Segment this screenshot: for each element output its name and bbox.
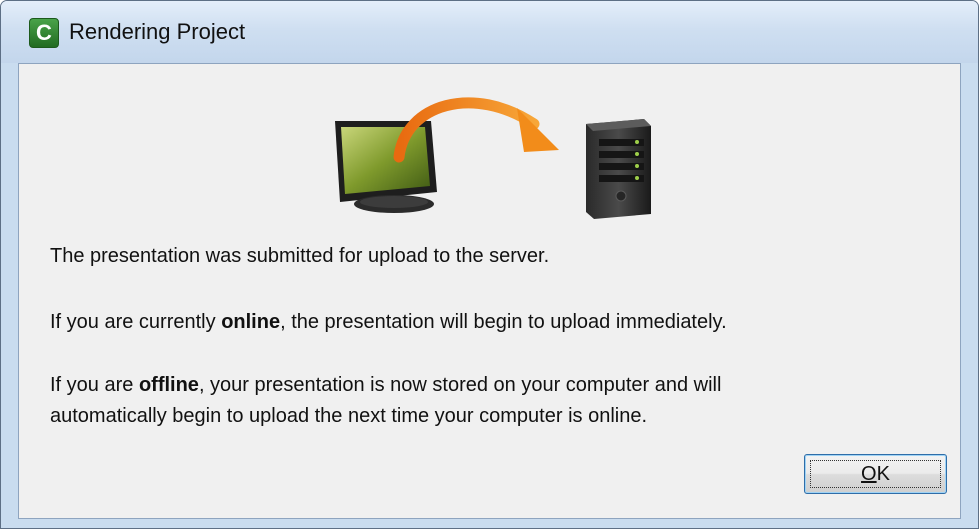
message-submitted: The presentation was submitted for uploa… bbox=[50, 245, 550, 267]
dialog-body: The presentation was submitted for uploa… bbox=[18, 63, 961, 519]
ok-button[interactable]: OK bbox=[804, 454, 947, 494]
window-title: Rendering Project bbox=[69, 19, 246, 44]
ok-button-label: OK bbox=[861, 463, 890, 485]
message-online: If you are currently online, the present… bbox=[50, 311, 727, 333]
server-icon bbox=[586, 119, 651, 219]
message-offline-continued: automatically begin to upload the next t… bbox=[50, 405, 648, 427]
dialog-window: C Rendering Project The presentation was… bbox=[0, 0, 979, 529]
monitor-icon bbox=[335, 121, 437, 213]
upload-illustration bbox=[335, 97, 651, 219]
message-offline: If you are offline, your presentation is… bbox=[50, 374, 722, 396]
title-bar[interactable]: C Rendering Project bbox=[1, 1, 978, 63]
app-logo-icon: C bbox=[29, 18, 59, 48]
online-emphasis: online bbox=[221, 311, 281, 333]
offline-emphasis: offline bbox=[138, 374, 199, 396]
